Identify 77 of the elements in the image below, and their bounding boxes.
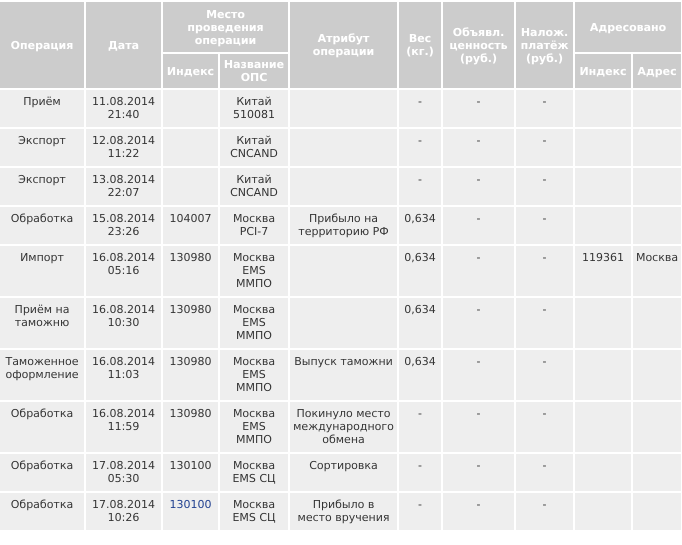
table-cell: 0,634 bbox=[398, 297, 442, 349]
table-cell: 0,634 bbox=[398, 206, 442, 245]
table-cell: - bbox=[398, 89, 442, 128]
table-cell: Прибыло в место вручения bbox=[289, 492, 398, 531]
table-cell: Приём bbox=[0, 89, 85, 128]
postcode-text: 130100 bbox=[170, 459, 212, 472]
table-cell: - bbox=[515, 206, 574, 245]
table-cell: - bbox=[442, 89, 516, 128]
table-cell bbox=[632, 89, 682, 128]
table-cell: Обработка bbox=[0, 453, 85, 492]
table-cell: - bbox=[515, 128, 574, 167]
table-cell: Покинуло место международного обмена bbox=[289, 401, 398, 453]
table-cell: Выпуск таможни bbox=[289, 349, 398, 401]
table-cell: 0,634 bbox=[398, 245, 442, 297]
table-cell: - bbox=[515, 167, 574, 206]
table-cell: - bbox=[515, 453, 574, 492]
table-cell: - bbox=[515, 297, 574, 349]
table-cell: Прибыло на территорию РФ bbox=[289, 206, 398, 245]
table-cell: - bbox=[398, 128, 442, 167]
table-cell: - bbox=[398, 453, 442, 492]
postcode-text: 104007 bbox=[170, 212, 212, 225]
table-cell: - bbox=[442, 297, 516, 349]
table-cell: Обработка bbox=[0, 401, 85, 453]
table-cell: Москва EMS СЦ bbox=[219, 492, 290, 531]
table-cell: Обработка bbox=[0, 206, 85, 245]
table-cell: 16.08.2014 05:16 bbox=[85, 245, 162, 297]
table-cell: 16.08.2014 10:30 bbox=[85, 297, 162, 349]
table-cell: Обработка bbox=[0, 492, 85, 531]
table-cell: Сортировка bbox=[289, 453, 398, 492]
table-cell: 0,634 bbox=[398, 349, 442, 401]
table-cell: - bbox=[442, 401, 516, 453]
postcode-text: 130980 bbox=[170, 251, 212, 264]
table-cell: 12.08.2014 11:22 bbox=[85, 128, 162, 167]
table-cell: Москва EMS ММПО bbox=[219, 245, 290, 297]
table-cell: - bbox=[515, 245, 574, 297]
table-cell: Экспорт bbox=[0, 167, 85, 206]
postcode-text: 130980 bbox=[170, 407, 212, 420]
table-cell: Приём на таможню bbox=[0, 297, 85, 349]
table-cell: Москва EMS СЦ bbox=[219, 453, 290, 492]
table-cell: - bbox=[442, 349, 516, 401]
table-cell: Москва PCI-7 bbox=[219, 206, 290, 245]
table-cell: - bbox=[515, 89, 574, 128]
table-cell: - bbox=[515, 401, 574, 453]
table-cell: 13.08.2014 22:07 bbox=[85, 167, 162, 206]
table-cell bbox=[574, 89, 632, 128]
postcode-link[interactable]: 130100 bbox=[170, 498, 212, 511]
table-cell: - bbox=[442, 128, 516, 167]
postcode-text: 130980 bbox=[170, 355, 212, 368]
table-cell: - bbox=[442, 167, 516, 206]
table-cell bbox=[162, 89, 219, 128]
table-cell: 17.08.2014 10:26 bbox=[85, 492, 162, 531]
table-cell: Китай CNCAND bbox=[219, 167, 290, 206]
table-cell: Москва EMS ММПО bbox=[219, 297, 290, 349]
table-cell: - bbox=[442, 492, 516, 531]
table-cell: - bbox=[515, 492, 574, 531]
table-cell: Москва EMS ММПО bbox=[219, 401, 290, 453]
table-cell: - bbox=[442, 453, 516, 492]
table-cell: Китай 510081 bbox=[219, 89, 290, 128]
table-cell: - bbox=[398, 167, 442, 206]
table-cell: Москва EMS ММПО bbox=[219, 349, 290, 401]
table-cell: 17.08.2014 05:30 bbox=[85, 453, 162, 492]
table-cell: 15.08.2014 23:26 bbox=[85, 206, 162, 245]
table-cell: 119361 bbox=[574, 245, 632, 297]
table-cell: 16.08.2014 11:03 bbox=[85, 349, 162, 401]
table-cell: - bbox=[398, 492, 442, 531]
table-cell: Импорт bbox=[0, 245, 85, 297]
table-cell: - bbox=[398, 401, 442, 453]
postcode-text: 130980 bbox=[170, 303, 212, 316]
table-cell: Китай CNCAND bbox=[219, 128, 290, 167]
table-cell: - bbox=[442, 206, 516, 245]
table-cell: - bbox=[515, 349, 574, 401]
table-cell: 16.08.2014 11:59 bbox=[85, 401, 162, 453]
table-cell: Экспорт bbox=[0, 128, 85, 167]
table-cell: Москва bbox=[632, 245, 682, 297]
table-cell: - bbox=[442, 245, 516, 297]
table-cell: 11.08.2014 21:40 bbox=[85, 89, 162, 128]
table-cell: Таможенное оформление bbox=[0, 349, 85, 401]
